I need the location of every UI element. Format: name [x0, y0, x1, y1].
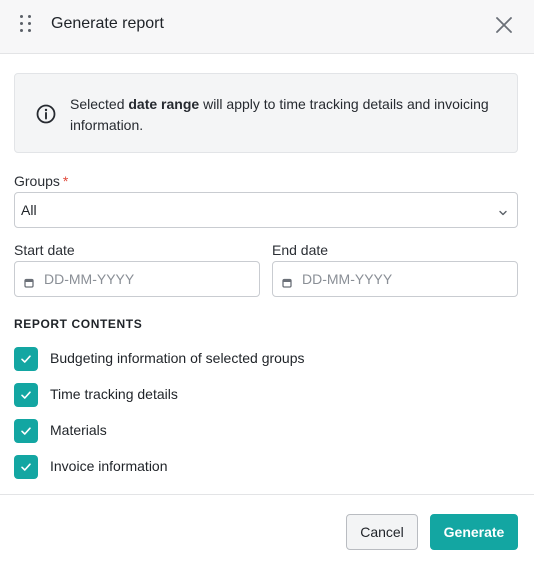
generate-button[interactable]: Generate	[430, 514, 518, 550]
checkbox-time-tracking-details[interactable]: Time tracking details	[14, 383, 434, 407]
calendar-icon	[24, 275, 34, 288]
checkbox-checked-icon[interactable]	[14, 419, 38, 443]
info-highlight: date range	[128, 96, 200, 112]
end-date-label: End date	[272, 242, 329, 258]
end-date-input[interactable]	[302, 269, 502, 289]
checkbox-checked-icon[interactable]	[14, 383, 38, 407]
checkbox-budgeting-information[interactable]: Budgeting information of selected groups	[14, 347, 434, 371]
close-icon[interactable]	[493, 14, 515, 36]
checkbox-label: Materials	[50, 422, 107, 438]
checkbox-invoice-information[interactable]: Invoice information	[14, 455, 434, 479]
groups-select-value: All	[21, 202, 37, 218]
chevron-down-icon	[498, 205, 508, 216]
checkbox-checked-icon[interactable]	[14, 455, 38, 479]
checkbox-label: Time tracking details	[50, 386, 178, 402]
required-mark: *	[62, 173, 69, 189]
checkbox-materials[interactable]: Materials	[14, 419, 434, 443]
info-banner: Selected date range will apply to time t…	[14, 73, 518, 153]
report-contents-heading: REPORT CONTENTS	[14, 317, 143, 331]
dialog-title: Generate report	[51, 15, 164, 32]
checkbox-label: Budgeting information of selected groups	[50, 350, 305, 366]
info-text: Selected date range will apply to time t…	[70, 96, 489, 133]
groups-select[interactable]: All	[14, 192, 518, 228]
cancel-button[interactable]: Cancel	[346, 514, 418, 550]
start-date-input[interactable]	[44, 269, 244, 289]
calendar-icon	[282, 275, 292, 288]
generate-report-dialog: Generate report Selected date range will…	[0, 0, 534, 561]
dialog-header: Generate report	[0, 0, 534, 54]
drag-handle-icon[interactable]	[20, 15, 34, 33]
end-date-field[interactable]	[272, 261, 518, 297]
checkbox-checked-icon[interactable]	[14, 347, 38, 371]
info-icon	[36, 104, 56, 124]
checkbox-label: Invoice information	[50, 458, 168, 474]
start-date-field[interactable]	[14, 261, 260, 297]
groups-label: Groups *	[14, 173, 69, 189]
start-date-label: Start date	[14, 242, 75, 258]
footer-divider	[0, 494, 534, 495]
